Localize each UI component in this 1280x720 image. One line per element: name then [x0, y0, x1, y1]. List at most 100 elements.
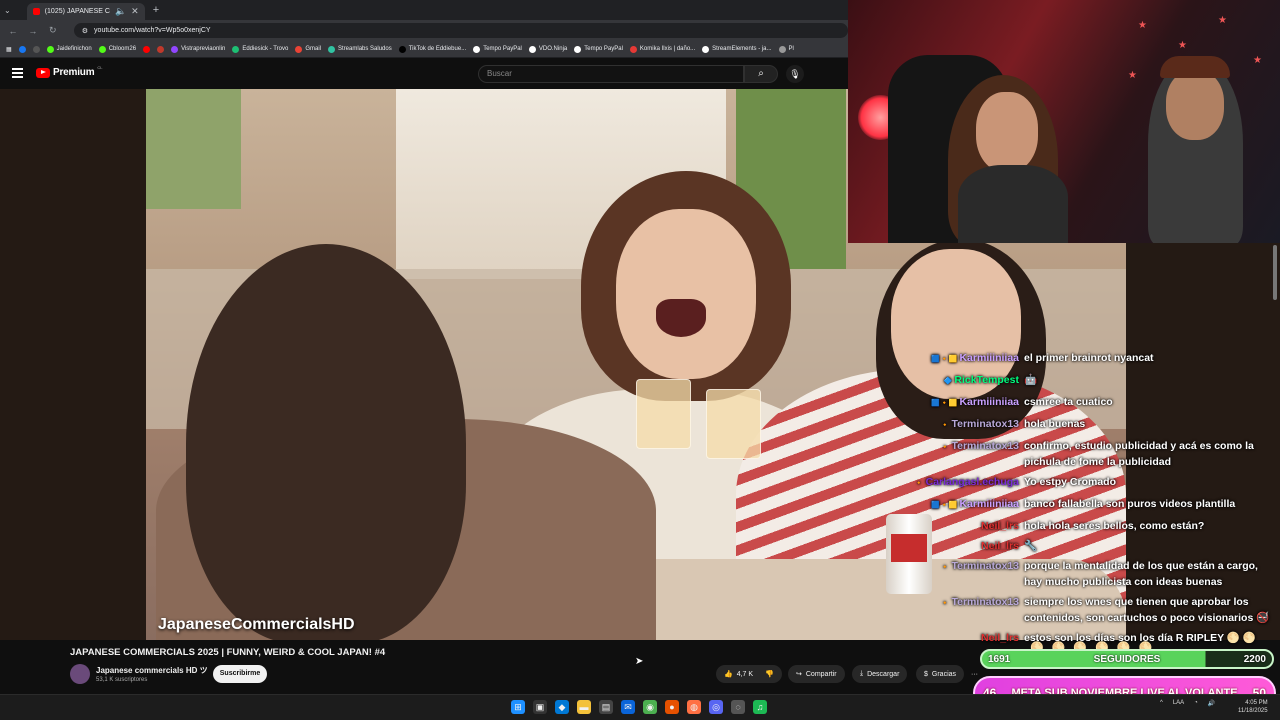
- tab-search-icon[interactable]: ⌄: [4, 6, 11, 15]
- tray-chevron-icon[interactable]: ^: [1160, 700, 1163, 707]
- chat-text: el primer brainrot nyancat: [1024, 352, 1154, 364]
- bookmark-item[interactable]: VDO.Ninja: [528, 45, 567, 53]
- chat-text: 🤖: [1024, 374, 1038, 386]
- chat-text: banco fallabella son puros videos planti…: [1024, 498, 1236, 510]
- volume-icon[interactable]: 🔊: [1208, 700, 1215, 707]
- voice-search-button[interactable]: 🎙: [786, 65, 804, 83]
- scrollbar[interactable]: [1273, 245, 1277, 300]
- bookmark-label: Tempo PayPal: [483, 46, 522, 52]
- follower-target: 2200: [1243, 653, 1266, 665]
- follower-goal-label: SEGUIDORES: [1093, 653, 1161, 665]
- menu-icon[interactable]: [12, 68, 23, 80]
- chat-username-text: Terminatox13: [951, 440, 1020, 452]
- obs-icon[interactable]: ◌: [731, 700, 745, 714]
- bookmark-item[interactable]: Cbloom26: [98, 45, 136, 53]
- discord-icon[interactable]: ◎: [709, 700, 723, 714]
- back-icon[interactable]: ←: [8, 26, 18, 36]
- wifi-icon[interactable]: ◔: [1194, 700, 1198, 707]
- bookmark-item[interactable]: [157, 45, 165, 53]
- chat-message: 🔸 Carlangasl.echuga Yo estpy Cromado: [900, 474, 1275, 492]
- address-bar[interactable]: ⚙ youtube.com/watch?v=Wp5o0xenjCY: [73, 23, 848, 38]
- chat-text: porque la mentalidad de los que están a …: [1024, 560, 1258, 588]
- channel-name[interactable]: Japanese commercials HD ツ: [96, 665, 208, 676]
- streamer-face: [976, 92, 1038, 172]
- chat-username-text: Terminatox13: [951, 596, 1020, 608]
- copilot-icon[interactable]: ◆: [555, 700, 569, 714]
- search-input[interactable]: Buscar: [478, 65, 744, 83]
- chat-text: Yo estpy Cromado: [1024, 476, 1116, 488]
- tray-language[interactable]: LAA: [1173, 700, 1184, 707]
- bookmark-item[interactable]: Pl: [778, 45, 794, 53]
- file-explorer-icon[interactable]: ▬: [577, 700, 591, 714]
- chat-username: 🔷 RickTempest: [900, 372, 1024, 390]
- speaker-icon[interactable]: 🔈: [115, 6, 126, 17]
- tab-title: (1025) JAPANESE COMMERCIALS: [44, 8, 110, 15]
- bookmark-item[interactable]: TikTok de Eddiebue...: [398, 45, 467, 53]
- bookmark-item[interactable]: Tempo PayPal: [473, 45, 522, 53]
- share-icon: ↪: [796, 671, 802, 678]
- bookmark-item[interactable]: Gmail: [295, 45, 321, 53]
- subscribe-button[interactable]: Suscribirme: [213, 665, 267, 683]
- chat-username: 🔸 Carlangasl.echuga: [900, 474, 1024, 492]
- chat-username-text: RickTempest: [954, 374, 1019, 386]
- chat-message: 🟦🔸🟨 Karmiiiniiaa banco fallabella son puro…: [900, 496, 1275, 514]
- apps-icon[interactable]: ▦: [6, 46, 12, 53]
- bookmark-favicon-icon: [574, 45, 582, 53]
- bookmark-favicon-icon: [32, 45, 40, 53]
- youtube-favicon-icon: [32, 8, 40, 15]
- bookmark-item[interactable]: Komika Ilxis | daño...: [629, 45, 695, 53]
- spotify-icon[interactable]: ♫: [753, 700, 767, 714]
- like-count: 4,7 K: [736, 670, 754, 678]
- chrome-icon[interactable]: ◉: [643, 700, 657, 714]
- microphone-icon: 🎙: [789, 69, 801, 79]
- bookmark-label: Vistrapreviaonlin: [181, 46, 226, 52]
- app-icon[interactable]: ●: [665, 700, 679, 714]
- bookmark-item[interactable]: [32, 45, 40, 53]
- clock-date: 11/18/2025: [1238, 708, 1268, 714]
- chat-message: Neil_lrs 🔧: [900, 538, 1275, 554]
- bookmark-item[interactable]: Vistrapreviaonlin: [171, 45, 226, 53]
- windows-start-icon[interactable]: ⊞: [511, 700, 525, 714]
- thanks-button[interactable]: $ Gracias: [916, 665, 965, 683]
- bookmark-item[interactable]: Jaidefinichon: [46, 45, 92, 53]
- thumbs-down-icon[interactable]: 👎: [765, 670, 774, 678]
- chat-username-text: Terminatox13: [951, 560, 1020, 572]
- windows-taskbar: ⊞ ▣ ◆ ▬ ▤ ✉ ◉ ● ◍ ◎ ◌ ♫ ^ LAA ◔ 🔊 4:05 P…: [0, 694, 1280, 720]
- store-icon[interactable]: ▤: [599, 700, 613, 714]
- thanks-label: Gracias: [931, 670, 957, 678]
- bookmark-item[interactable]: [18, 45, 26, 53]
- bookmark-favicon-icon: [157, 45, 165, 53]
- chat-username-text: Karmiiiniiaa: [959, 352, 1019, 364]
- download-button[interactable]: ⤓ Descargar: [852, 665, 908, 683]
- new-tab-button[interactable]: +: [153, 4, 159, 16]
- star-icon: ★: [1178, 40, 1187, 51]
- task-view-icon[interactable]: ▣: [533, 700, 547, 714]
- system-clock[interactable]: 4:05 PM 11/18/2025: [1238, 699, 1268, 715]
- mail-icon[interactable]: ✉: [621, 700, 635, 714]
- chat-message: 🔷 RickTempest 🤖: [900, 372, 1275, 390]
- youtube-logo[interactable]: Premium CL: [36, 65, 103, 78]
- reload-icon[interactable]: ↻: [48, 25, 58, 36]
- channel-avatar[interactable]: [70, 664, 90, 684]
- bookmark-item[interactable]: Tempo PayPal: [574, 45, 623, 53]
- bookmark-item[interactable]: StreamElements - ja...: [702, 45, 772, 53]
- tab-youtube[interactable]: (1025) JAPANESE COMMERCIALS 🔈 ✕: [26, 3, 145, 20]
- search-button[interactable]: ⌕: [744, 65, 778, 83]
- close-icon[interactable]: ✕: [131, 6, 139, 17]
- firefox-icon[interactable]: ◍: [687, 700, 701, 714]
- bookmark-label: TikTok de Eddiebue...: [408, 46, 467, 52]
- bookmark-favicon-icon: [18, 45, 26, 53]
- bookmark-item[interactable]: [143, 45, 151, 53]
- chat-text: hola buenas: [1024, 418, 1086, 430]
- browser-toolbar: ← → ↻ ⚙ youtube.com/watch?v=Wp5o0xenjCY: [0, 20, 848, 41]
- chat-message: 🔸 Terminatox13 confirmo, estudio publicida…: [900, 438, 1275, 470]
- like-button[interactable]: 👍 4,7 K 👎: [716, 665, 782, 683]
- url-text: youtube.com/watch?v=Wp5o0xenjCY: [94, 27, 211, 34]
- site-info-icon[interactable]: ⚙: [82, 27, 88, 35]
- chat-text: 🔧: [1024, 540, 1038, 552]
- search-icon: ⌕: [758, 68, 764, 79]
- bookmark-item[interactable]: Eddiesick - Trovo: [232, 45, 288, 53]
- forward-icon[interactable]: →: [28, 26, 38, 36]
- share-button[interactable]: ↪ Compartir: [788, 665, 845, 683]
- bookmark-item[interactable]: Streamlabs Saludos: [328, 45, 392, 53]
